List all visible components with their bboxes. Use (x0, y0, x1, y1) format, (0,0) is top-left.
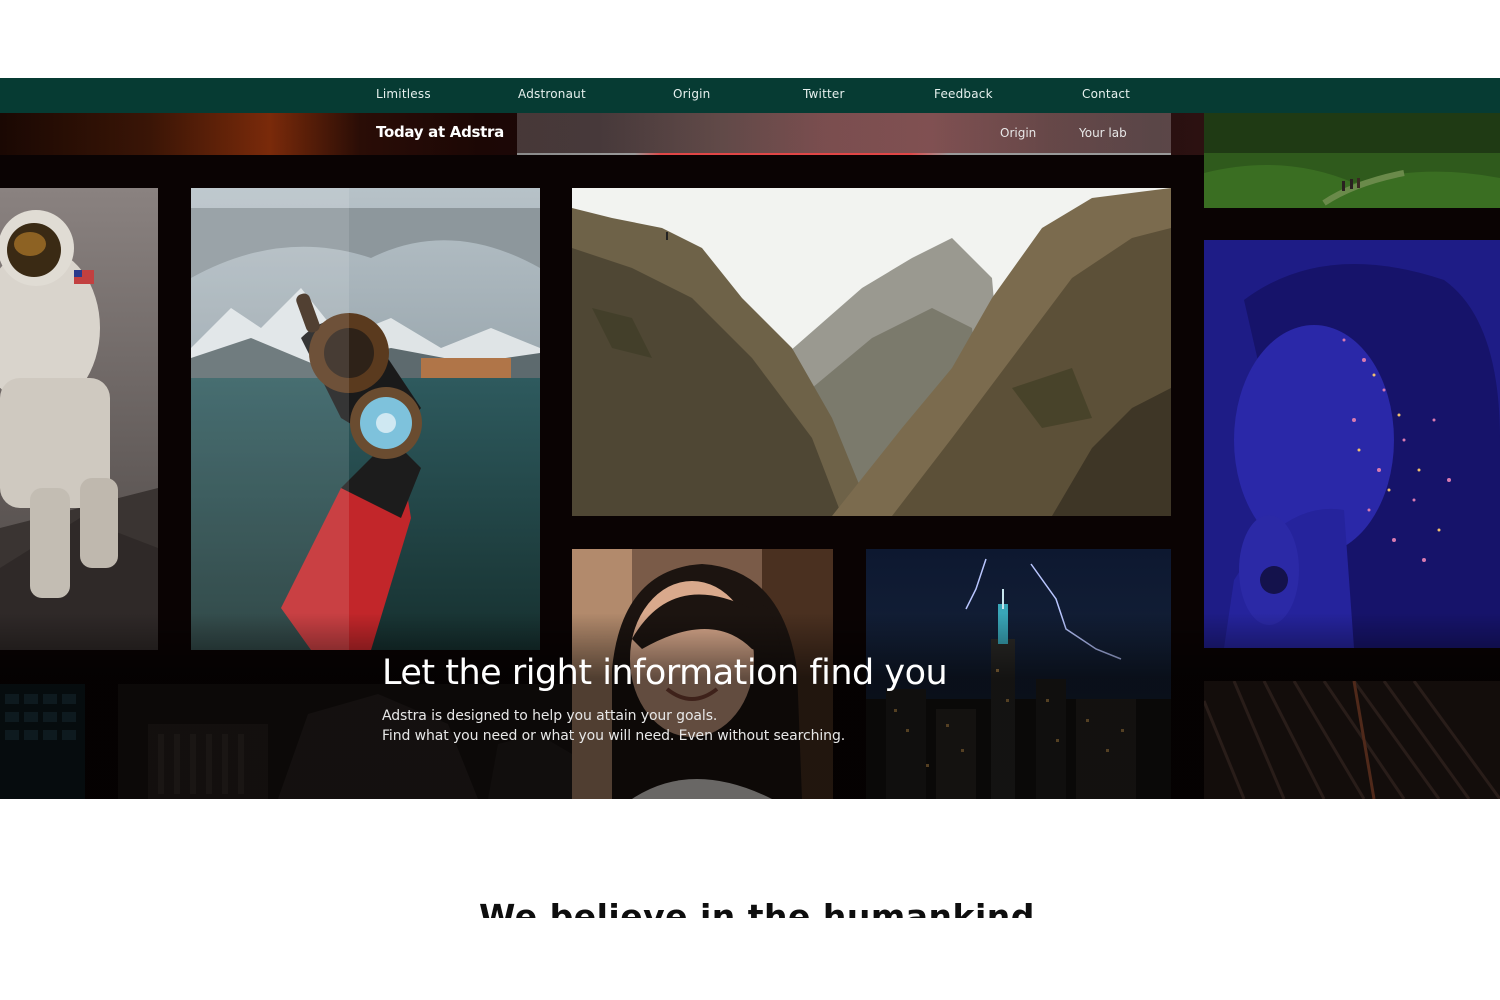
nav-adstronaut[interactable]: Adstronaut (518, 78, 586, 113)
nav-feedback[interactable]: Feedback (934, 78, 993, 113)
compass-hand-photo (191, 188, 540, 650)
hero-text-overlay (0, 613, 1500, 799)
nav-twitter[interactable]: Twitter (803, 78, 845, 113)
astronaut-photo (0, 188, 158, 650)
hero-description-line2: Find what you need or what you will need… (382, 728, 846, 744)
nav-contact[interactable]: Contact (1082, 78, 1130, 113)
subnav-your-lab-link[interactable]: Your lab (1079, 113, 1127, 153)
brand-title[interactable]: Today at Adstra (376, 113, 504, 151)
hero-headline: Let the right information find you (382, 653, 948, 693)
mountain-canyon-photo (572, 188, 1171, 516)
subnav-accent-line (517, 153, 1171, 155)
nav-limitless[interactable]: Limitless (376, 78, 431, 113)
top-navigation: Limitless Adstronaut Origin Twitter Feed… (0, 78, 1500, 113)
section-heading-clip: We believe in the humankind (0, 893, 1500, 918)
subnav-panel (517, 113, 1171, 155)
nav-origin[interactable]: Origin (673, 78, 710, 113)
sub-navigation: Today at Adstra Origin Your lab (0, 113, 1500, 155)
hero-description-line1: Adstra is designed to help you attain yo… (382, 708, 718, 724)
section-heading: We believe in the humankind (479, 897, 1035, 918)
subnav-origin-link[interactable]: Origin (1000, 113, 1036, 153)
glitter-portrait-photo (1204, 240, 1500, 648)
hero-section: Today at Adstra Origin Your lab Let the … (0, 113, 1500, 799)
